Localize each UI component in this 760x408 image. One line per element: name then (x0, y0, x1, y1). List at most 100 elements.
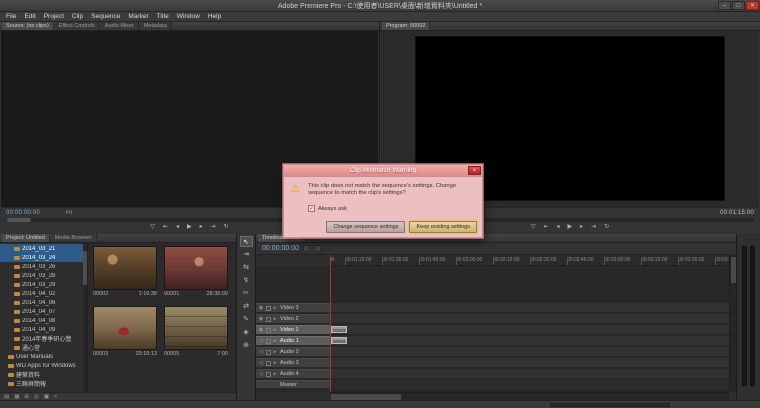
rate-stretch-tool[interactable]: ↯ (240, 275, 253, 286)
track-twirl-icon[interactable]: ▸ (273, 349, 277, 355)
dialog-button[interactable]: Keep existing settings (409, 221, 477, 233)
project-clip[interactable]: 00002 1:19:38 (93, 246, 157, 302)
menu-item[interactable]: Help (204, 12, 225, 22)
step-forward-icon[interactable]: ▸ (200, 222, 203, 233)
play-icon[interactable]: ▶ (187, 222, 192, 233)
menu-item[interactable]: Clip (68, 12, 87, 22)
loop-icon[interactable]: ↻ (224, 222, 229, 233)
panel-tab[interactable]: Media Browser (51, 234, 97, 242)
track-content[interactable]: 00002 (330, 336, 729, 346)
go-to-in-icon[interactable]: ⇤ (543, 222, 548, 233)
timeline-ruler[interactable]: 00:01:00:0000:01:15:0000:01:30:0000:01:4… (330, 255, 729, 266)
track-content[interactable] (330, 358, 729, 368)
track-visibility-icon[interactable]: ◉ (258, 327, 264, 333)
track-header[interactable]: ◁ ▸ Audio 3 (256, 358, 330, 368)
track-twirl-icon[interactable]: ▸ (273, 360, 277, 366)
panel-tab[interactable]: Source: (no clips) (2, 22, 54, 30)
hand-tool[interactable]: ◈ (240, 327, 253, 338)
project-clip[interactable]: 00003 33:19:13 (93, 306, 157, 362)
tree-item[interactable]: 2014_04_09 (0, 325, 87, 334)
maximize-button[interactable]: □ (732, 1, 745, 10)
track-content[interactable] (330, 380, 729, 389)
zoom-tool[interactable]: ⊕ (240, 340, 253, 351)
loop-icon[interactable]: ↻ (604, 222, 609, 233)
track-lock-icon[interactable] (266, 350, 271, 355)
menu-item[interactable]: Title (153, 12, 173, 22)
slip-tool[interactable]: ⇄ (240, 301, 253, 312)
tree-item[interactable]: 2014_03_29 (0, 280, 87, 289)
track-twirl-icon[interactable]: ▸ (273, 316, 277, 322)
pen-tool[interactable]: ✎ (240, 314, 253, 325)
panel-tab[interactable]: Project: Untitled (2, 234, 50, 242)
timeline-clip[interactable]: 00002 (331, 337, 347, 344)
track-content[interactable] (330, 347, 729, 357)
set-marker-icon[interactable] (314, 245, 321, 252)
tree-item[interactable]: 2014_03_26 (0, 262, 87, 271)
tree-item[interactable]: 建築資料 (0, 370, 87, 379)
tree-item[interactable]: 2014年春季研心營 (0, 334, 87, 343)
snap-icon[interactable] (303, 245, 310, 252)
track-visibility-icon[interactable]: ◁ (258, 338, 264, 344)
track-twirl-icon[interactable]: ▸ (273, 371, 277, 377)
dialog-button[interactable]: Change sequence settings (326, 221, 405, 233)
tree-item[interactable]: WD Apps for Windows (0, 361, 87, 370)
dialog-close-button[interactable]: × (468, 166, 481, 175)
track-content[interactable] (330, 303, 729, 313)
track-header[interactable]: ◁ ▸ Audio 1 (256, 336, 330, 346)
tree-item[interactable]: 2014_04_07 (0, 307, 87, 316)
track-twirl-icon[interactable]: ▸ (273, 305, 277, 311)
panel-tab[interactable]: Program: 00002 (382, 22, 430, 30)
track-header[interactable]: ▸ Master (256, 380, 330, 389)
track-content[interactable] (330, 314, 729, 324)
selection-tool[interactable]: ↖ (240, 236, 253, 247)
timeline-horizontal-scrollbar[interactable] (330, 392, 729, 400)
track-header[interactable]: ◁ ▸ Audio 4 (256, 369, 330, 379)
tree-item[interactable]: User Manuals (0, 352, 87, 361)
play-icon[interactable]: ▶ (567, 222, 572, 233)
track-header[interactable]: ◁ ▸ Audio 2 (256, 347, 330, 357)
menu-item[interactable]: Project (40, 12, 68, 22)
clip-thumbnail[interactable] (164, 246, 228, 290)
track-visibility-icon[interactable]: ◉ (258, 316, 264, 322)
track-header[interactable]: ◉ ▸ Video 3 (256, 303, 330, 313)
clip-thumbnail[interactable] (93, 246, 157, 290)
menu-item[interactable]: Window (173, 12, 204, 22)
step-back-icon[interactable]: ◂ (176, 222, 179, 233)
track-visibility-icon[interactable]: ◁ (258, 349, 264, 355)
track-twirl-icon[interactable]: ▸ (273, 338, 277, 344)
tree-item[interactable]: 2014_03_28 (0, 271, 87, 280)
go-to-in-icon[interactable]: ⇤ (163, 222, 168, 233)
source-seek-thumb[interactable] (7, 218, 31, 222)
timeline-clip[interactable]: 00002 (331, 326, 347, 333)
panel-tab[interactable]: Audio Mixer (101, 22, 139, 30)
track-visibility-icon[interactable]: ◉ (258, 305, 264, 311)
step-back-icon[interactable]: ◂ (556, 222, 559, 233)
track-header[interactable]: ◉ ▸ Video 2 (256, 314, 330, 324)
source-zoom-select[interactable]: Fit (66, 210, 72, 216)
add-marker-icon[interactable]: ▽ (150, 222, 155, 233)
track-lock-icon[interactable] (266, 339, 271, 344)
track-lock-icon[interactable] (266, 372, 271, 377)
tree-item[interactable]: 通心堂 (0, 343, 87, 352)
ripple-edit-tool[interactable]: ⇆ (240, 262, 253, 273)
track-header[interactable]: ◉ ▸ Video 1 (256, 325, 330, 335)
tree-item[interactable]: 2014_04_02 (0, 289, 87, 298)
tree-scrollbar[interactable] (83, 243, 87, 392)
track-lock-icon[interactable] (266, 361, 271, 366)
tree-item[interactable]: 2014_04_06 (0, 298, 87, 307)
tree-item[interactable]: 三聯屏簡報 (0, 379, 87, 388)
menu-item[interactable]: Edit (20, 12, 39, 22)
go-to-out-icon[interactable]: ⇥ (211, 222, 216, 233)
razor-tool[interactable]: ✂ (240, 288, 253, 299)
track-lock-icon[interactable] (266, 306, 271, 311)
go-to-out-icon[interactable]: ⇥ (591, 222, 596, 233)
track-visibility-icon[interactable]: ◁ (258, 360, 264, 366)
menu-item[interactable]: Sequence (87, 12, 124, 22)
timeline-vertical-scrollbar[interactable] (729, 255, 736, 392)
clip-thumbnail[interactable] (164, 306, 228, 350)
track-lock-icon[interactable] (266, 317, 271, 322)
track-select-tool[interactable]: ⇥ (240, 249, 253, 260)
minimize-button[interactable]: – (718, 1, 731, 10)
playhead[interactable] (330, 255, 331, 392)
track-content[interactable]: 00002 (330, 325, 729, 335)
